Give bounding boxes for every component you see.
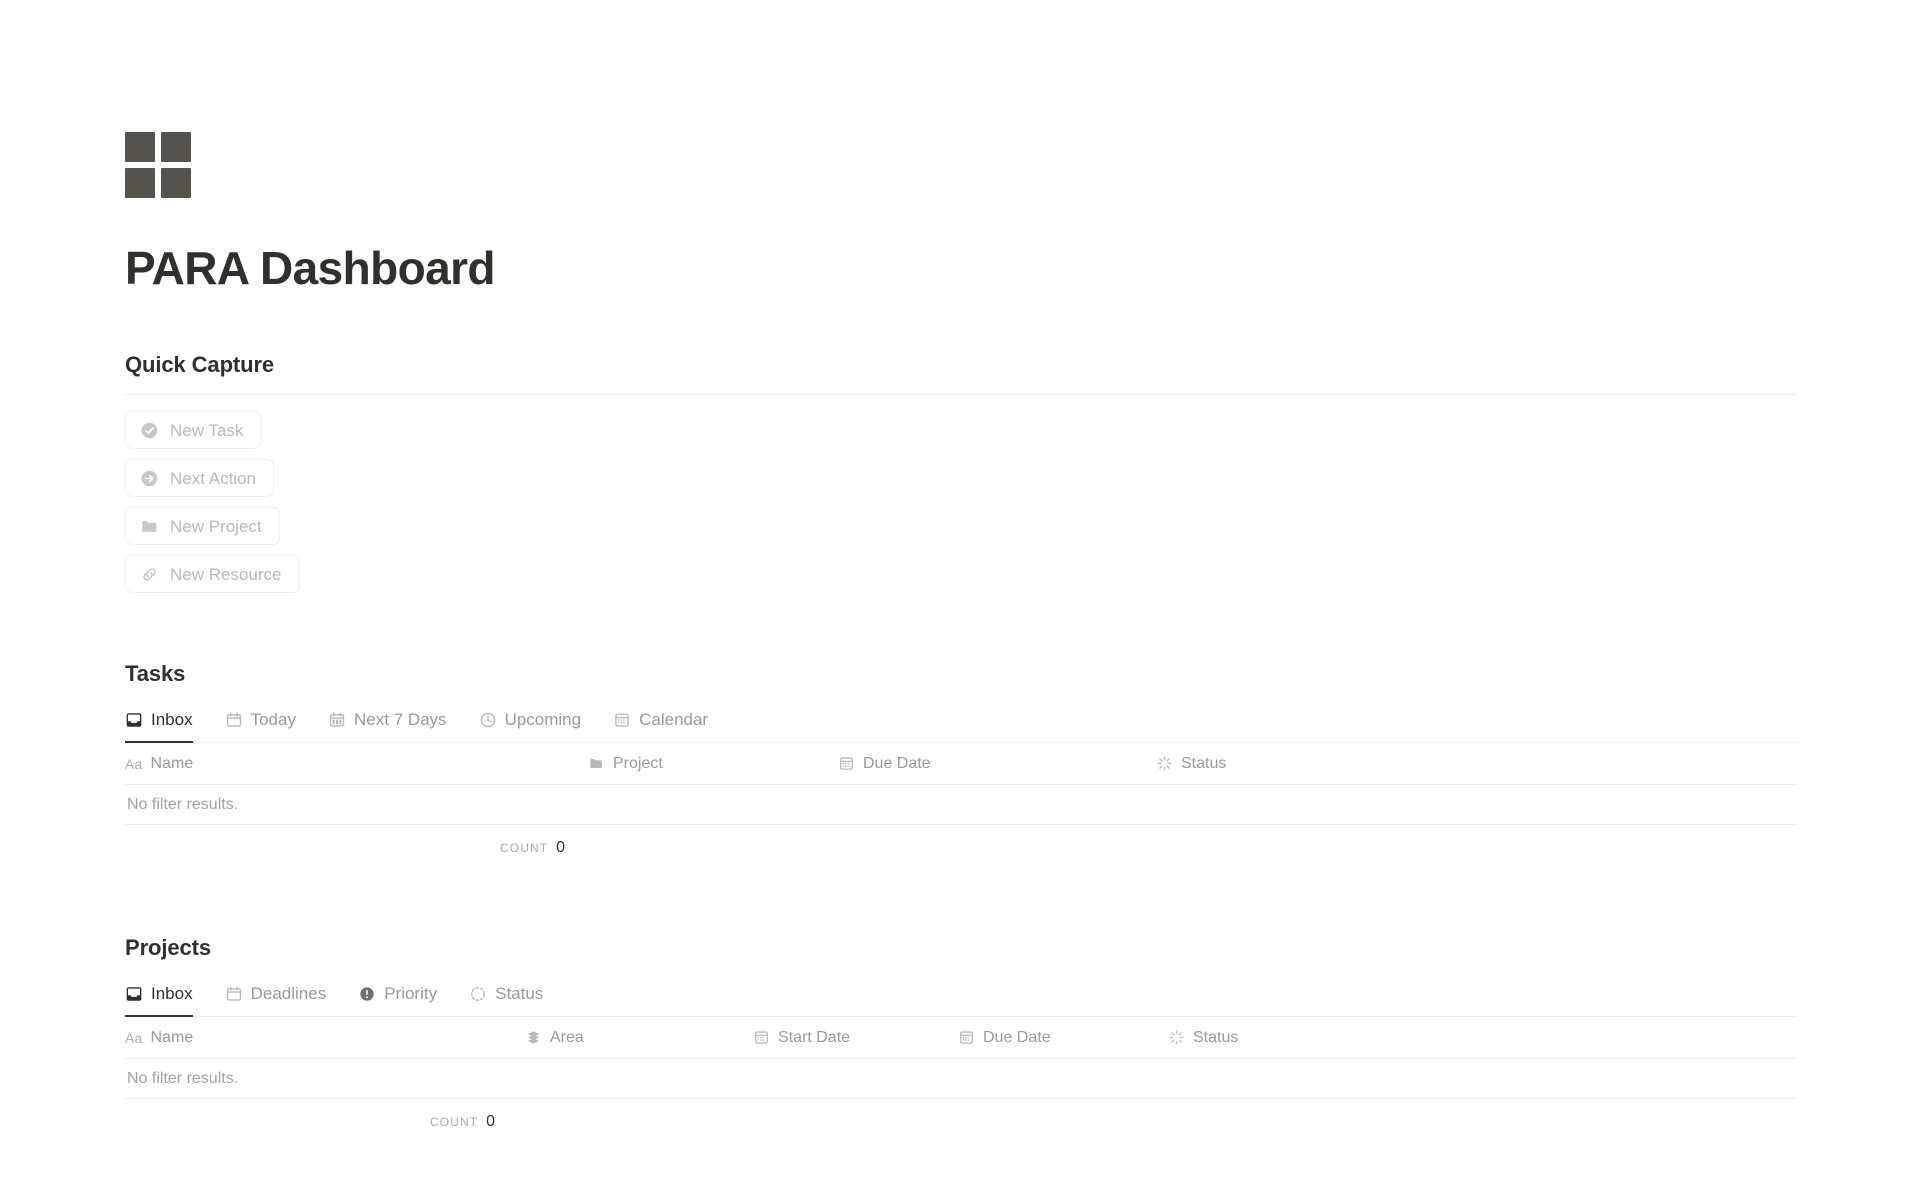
spinner-icon: [1156, 755, 1173, 772]
tasks-col-name-label: Name: [150, 754, 194, 772]
four-squares-grid-icon: [125, 132, 191, 198]
folder-icon: [588, 755, 605, 772]
new-project-button[interactable]: New Project: [125, 507, 280, 545]
tab-tasks-inbox[interactable]: Inbox: [125, 705, 207, 743]
tab-projects-inbox-label: Inbox: [151, 983, 193, 1003]
calendar-days-icon: [328, 711, 346, 729]
tab-tasks-next-7-days-label: Next 7 Days: [353, 709, 447, 729]
tasks-col-name[interactable]: Aa Name: [125, 755, 588, 773]
projects-count-value: 0: [486, 1113, 496, 1130]
tab-projects-inbox[interactable]: Inbox: [125, 979, 207, 1017]
tasks-empty-message: No filter results.: [125, 785, 1797, 825]
text-aa-icon: Aa: [125, 1029, 143, 1046]
logo-square-top-left: [125, 132, 155, 162]
clock-icon: [479, 711, 497, 729]
new-task-label: New Task: [170, 420, 244, 440]
tab-tasks-calendar[interactable]: Calendar: [613, 705, 722, 742]
new-resource-button[interactable]: New Resource: [125, 555, 300, 593]
logo-square-bottom-left: [125, 168, 155, 198]
projects-col-due-date-label: Due Date: [983, 1028, 1051, 1046]
folder-icon: [140, 517, 159, 536]
projects-col-area-label: Area: [550, 1028, 584, 1046]
tab-projects-deadlines-label: Deadlines: [250, 983, 327, 1003]
tab-tasks-upcoming-label: Upcoming: [504, 709, 582, 729]
tab-projects-priority[interactable]: Priority: [358, 979, 451, 1016]
tab-tasks-today[interactable]: Today: [225, 705, 310, 742]
projects-table-header: Aa Name Area Start Date Due Date Status: [125, 1017, 1797, 1059]
check-circle-icon: [140, 421, 159, 440]
projects-col-due-date[interactable]: Due Date: [958, 1029, 1168, 1047]
tasks-section: Tasks Inbox Today Next 7 Days Upcoming C…: [125, 659, 1797, 871]
tasks-table-footer: COUNT 0: [125, 825, 1797, 871]
tab-tasks-next-7-days[interactable]: Next 7 Days: [328, 705, 461, 742]
tab-tasks-calendar-label: Calendar: [639, 709, 709, 729]
quick-capture-button-list: New Task Next Action New Project New Res…: [125, 411, 1797, 593]
tasks-col-status-label: Status: [1181, 754, 1227, 772]
page-content: PARA Dashboard Quick Capture New Task Ne…: [125, 0, 1797, 1145]
calendar-grid-icon: [958, 1029, 975, 1046]
tasks-col-status[interactable]: Status: [1156, 755, 1456, 773]
tab-projects-priority-label: Priority: [384, 983, 438, 1003]
calendar-icon: [225, 711, 243, 729]
tab-projects-status[interactable]: Status: [469, 979, 557, 1016]
tab-tasks-upcoming[interactable]: Upcoming: [479, 705, 596, 742]
projects-col-area[interactable]: Area: [525, 1029, 753, 1047]
tasks-count-label: COUNT: [500, 841, 549, 855]
new-project-label: New Project: [170, 516, 262, 536]
tasks-table-header: Aa Name Project Due Date Status: [125, 743, 1797, 785]
page-title: PARA Dashboard: [125, 242, 495, 294]
tab-projects-status-label: Status: [495, 983, 544, 1003]
projects-col-name-label: Name: [150, 1028, 194, 1046]
logo-square-top-right: [161, 132, 191, 162]
new-task-button[interactable]: New Task: [125, 411, 262, 449]
spinner-icon: [1168, 1029, 1185, 1046]
tasks-table: Aa Name Project Due Date Status No filte…: [125, 743, 1797, 871]
tasks-col-project[interactable]: Project: [588, 755, 838, 773]
dashed-circle-icon: [469, 985, 487, 1003]
projects-table-footer: COUNT 0: [125, 1099, 1797, 1145]
tab-tasks-inbox-label: Inbox: [151, 709, 193, 729]
link-icon: [140, 565, 159, 584]
logo-container: [125, 0, 193, 198]
tab-projects-deadlines[interactable]: Deadlines: [225, 979, 341, 1016]
projects-col-status[interactable]: Status: [1168, 1029, 1468, 1047]
arrow-right-circle-icon: [140, 469, 159, 488]
calendar-icon: [225, 985, 243, 1003]
inbox-icon: [125, 711, 143, 729]
dashboard-page: PARA Dashboard Quick Capture New Task Ne…: [0, 0, 1920, 1199]
projects-col-start-date-label: Start Date: [778, 1028, 851, 1046]
tasks-heading: Tasks: [125, 661, 186, 686]
tasks-count-value: 0: [556, 839, 566, 856]
quick-capture-heading: Quick Capture: [125, 352, 275, 377]
calendar-grid-icon: [838, 755, 855, 772]
projects-col-start-date[interactable]: Start Date: [753, 1029, 958, 1047]
projects-table: Aa Name Area Start Date Due Date Status …: [125, 1017, 1797, 1145]
new-resource-label: New Resource: [170, 564, 282, 584]
projects-col-status-label: Status: [1193, 1028, 1239, 1046]
tasks-col-due-date[interactable]: Due Date: [838, 755, 1156, 773]
projects-col-name[interactable]: Aa Name: [125, 1029, 525, 1047]
alert-circle-icon: [358, 985, 376, 1003]
layers-icon: [525, 1029, 542, 1046]
projects-empty-message: No filter results.: [125, 1059, 1797, 1099]
tasks-tab-bar: Inbox Today Next 7 Days Upcoming Calenda…: [125, 705, 1797, 743]
tasks-col-due-date-label: Due Date: [863, 754, 931, 772]
quick-capture-divider: [125, 394, 1797, 395]
calendar-grid-icon: [753, 1029, 770, 1046]
projects-count: COUNT 0: [430, 1113, 495, 1131]
tasks-col-project-label: Project: [613, 754, 663, 772]
calendar-grid-icon: [613, 711, 631, 729]
tab-tasks-today-label: Today: [250, 709, 296, 729]
quick-capture-section: Quick Capture New Task Next Action New P…: [125, 350, 1797, 593]
next-action-button[interactable]: Next Action: [125, 459, 274, 497]
projects-count-label: COUNT: [430, 1115, 479, 1129]
logo-square-bottom-right: [161, 168, 191, 198]
inbox-icon: [125, 985, 143, 1003]
tasks-count: COUNT 0: [500, 839, 565, 857]
projects-section: Projects Inbox Deadlines Priority Status…: [125, 933, 1797, 1145]
next-action-label: Next Action: [170, 468, 256, 488]
projects-tab-bar: Inbox Deadlines Priority Status: [125, 979, 1797, 1017]
text-aa-icon: Aa: [125, 755, 143, 772]
projects-heading: Projects: [125, 935, 212, 960]
